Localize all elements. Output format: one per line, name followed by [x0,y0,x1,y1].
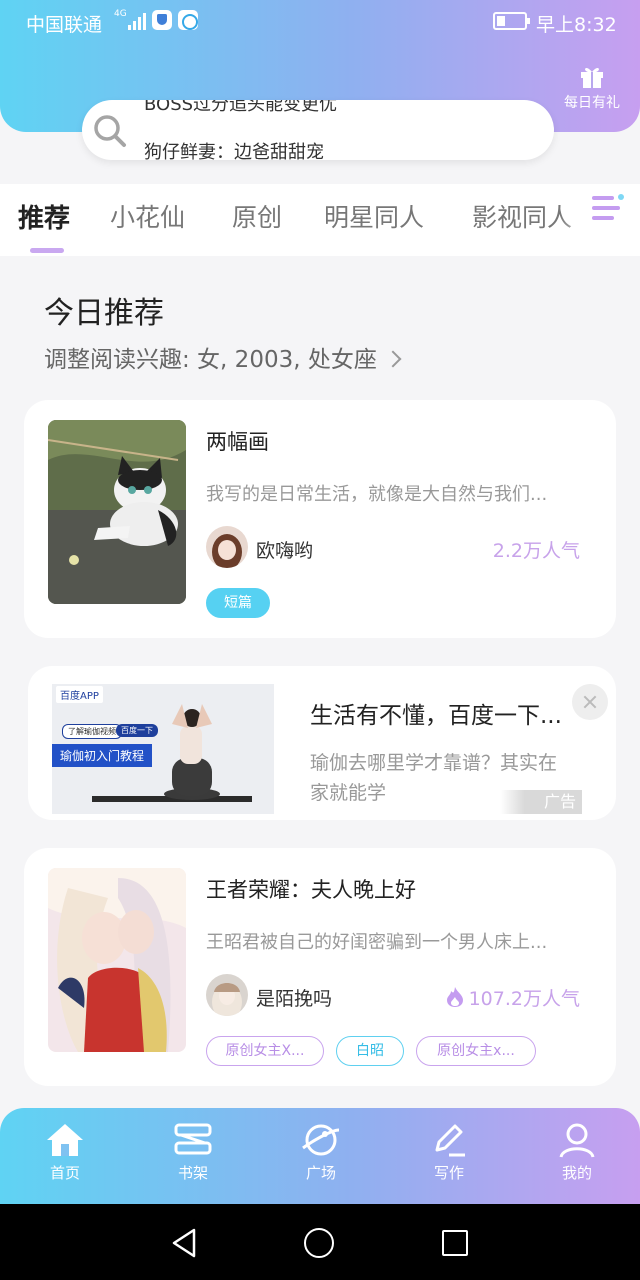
search-bar[interactable]: BOSS过分追头能变更优 狗仔鲜妻：边爸甜甜宠 [82,100,554,160]
network-type: 4G [114,9,127,19]
status-bar: 中国联通 4G 早上8:32 [0,0,640,44]
ad-close-button[interactable] [572,684,608,720]
ad-label: 广告 [500,790,582,814]
book-title: 两幅画 [206,430,269,454]
gift-label: 每日有礼 [564,95,620,111]
book-title: 王者荣耀：夫人晚上好 [206,878,416,902]
battery-icon [493,12,530,30]
nav-write-label: 写作 [433,1164,464,1182]
reading-interest-text: 调整阅读兴趣: 女, 2003, 处女座 [44,347,377,373]
category-menu-button[interactable] [588,192,624,226]
active-tab-indicator [30,248,64,253]
nav-profile-label: 我的 [561,1164,592,1182]
system-navigation-bar [0,1204,640,1280]
ad-image-caption: 瑜伽初入门教程 [52,744,153,767]
chevron-right-icon [384,350,402,368]
bottom-navigation: 首页 书架 广场 写作 我的 [0,1108,640,1204]
tab-celebrity-fanfic[interactable]: 明星同人 [324,198,424,234]
ad-brand: 百度APP [60,691,99,702]
ad-image-chip-left-text: 了解瑜伽视频 [68,727,116,736]
planet-icon [302,1124,340,1156]
browser-app-icon [178,10,198,30]
author-avatar [206,526,248,568]
ad-image-chip-right: 百度一下 [116,724,158,737]
ad-image-chip-right-text: 百度一下 [121,726,153,735]
author-name: 欧嗨哟 [256,540,314,562]
book-cover-image [48,868,186,1052]
bookshelf-icon [174,1123,212,1155]
nav-home-label: 首页 [49,1164,80,1182]
gift-icon [581,67,603,88]
author-name: 是陌挽吗 [256,988,333,1010]
nav-write[interactable]: 写作 [404,1122,494,1183]
daily-gift-button[interactable]: 每日有礼 [556,62,628,112]
ad-brand-badge: 百度APP [56,686,103,703]
tab-xiaohuaxian[interactable]: 小花仙 [110,198,185,234]
section-title: 今日推荐 [44,296,164,331]
book-card[interactable]: 王者荣耀：夫人晚上好 王昭君被自己的好闺密骗到一个男人床上... 是陌挽吗 10… [24,848,616,1086]
tag-original-heroine-2[interactable]: 原创女主x... [416,1036,536,1066]
book-description: 我写的是日常生活，就像是大自然与我们... [206,484,548,505]
nav-plaza[interactable]: 广场 [276,1122,366,1183]
menu-badge-dot [618,194,624,200]
user-icon [559,1123,595,1158]
signal-icon [128,12,148,30]
tag-short-story[interactable]: 短篇 [206,588,270,618]
search-ticker: 狗仔鲜妻：边爸甜甜宠 [144,142,324,160]
ad-image: 百度APP 了解瑜伽视频 百度一下 瑜伽初入门教程 [52,684,274,814]
tag-original-heroine[interactable]: 原创女主X... [206,1036,324,1066]
flame-icon [446,987,463,1007]
ad-image-chip-left: 了解瑜伽视频 [62,724,122,739]
pen-icon [435,1124,465,1157]
nav-profile[interactable]: 我的 [532,1122,622,1183]
ad-card[interactable]: 百度APP 了解瑜伽视频 百度一下 瑜伽初入门教程 生活有不懂，百度一下... … [28,666,616,820]
shield-app-icon [152,10,172,30]
clock: 早上8:32 [536,14,617,36]
tab-recommend[interactable]: 推荐 [18,198,70,235]
popularity-value: 107.2万人气 [468,988,580,1010]
ad-image-caption-text: 瑜伽初入门教程 [60,749,145,763]
book-cover-image [48,420,186,604]
popularity-count: 2.2万人气 [492,540,580,562]
tab-tv-fanfic[interactable]: 影视同人 [472,198,572,234]
search-ticker-previous: BOSS过分追头能变更优 [144,100,338,115]
nav-plaza-label: 广场 [305,1164,336,1182]
home-circle-icon[interactable] [304,1228,334,1258]
category-tabs: 推荐 小花仙 原创 明星同人 影视同人 [0,184,640,256]
nav-bookshelf-label: 书架 [177,1164,208,1182]
reading-interest-link[interactable]: 调整阅读兴趣: 女, 2003, 处女座 [44,340,402,374]
author-avatar [206,974,248,1016]
book-description: 王昭君被自己的好闺密骗到一个男人床上... [206,932,548,953]
home-icon [47,1124,83,1156]
back-icon[interactable] [170,1228,198,1258]
popularity-count: 107.2万人气 [445,984,580,1011]
book-card[interactable]: 两幅画 我写的是日常生活，就像是大自然与我们... 欧嗨哟 2.2万人气 短篇 [24,400,616,638]
search-icon [94,115,126,147]
nav-bookshelf[interactable]: 书架 [148,1122,238,1183]
nav-home[interactable]: 首页 [20,1122,110,1183]
tab-original[interactable]: 原创 [232,198,282,234]
tag-baizhao[interactable]: 白昭 [336,1036,404,1066]
carrier-label: 中国联通 [26,14,103,36]
ad-title: 生活有不懂，百度一下... [310,703,562,729]
recent-apps-icon[interactable] [442,1230,468,1256]
